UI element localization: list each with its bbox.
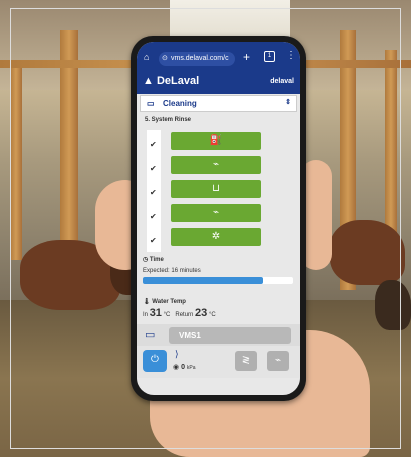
image-border bbox=[10, 8, 401, 449]
